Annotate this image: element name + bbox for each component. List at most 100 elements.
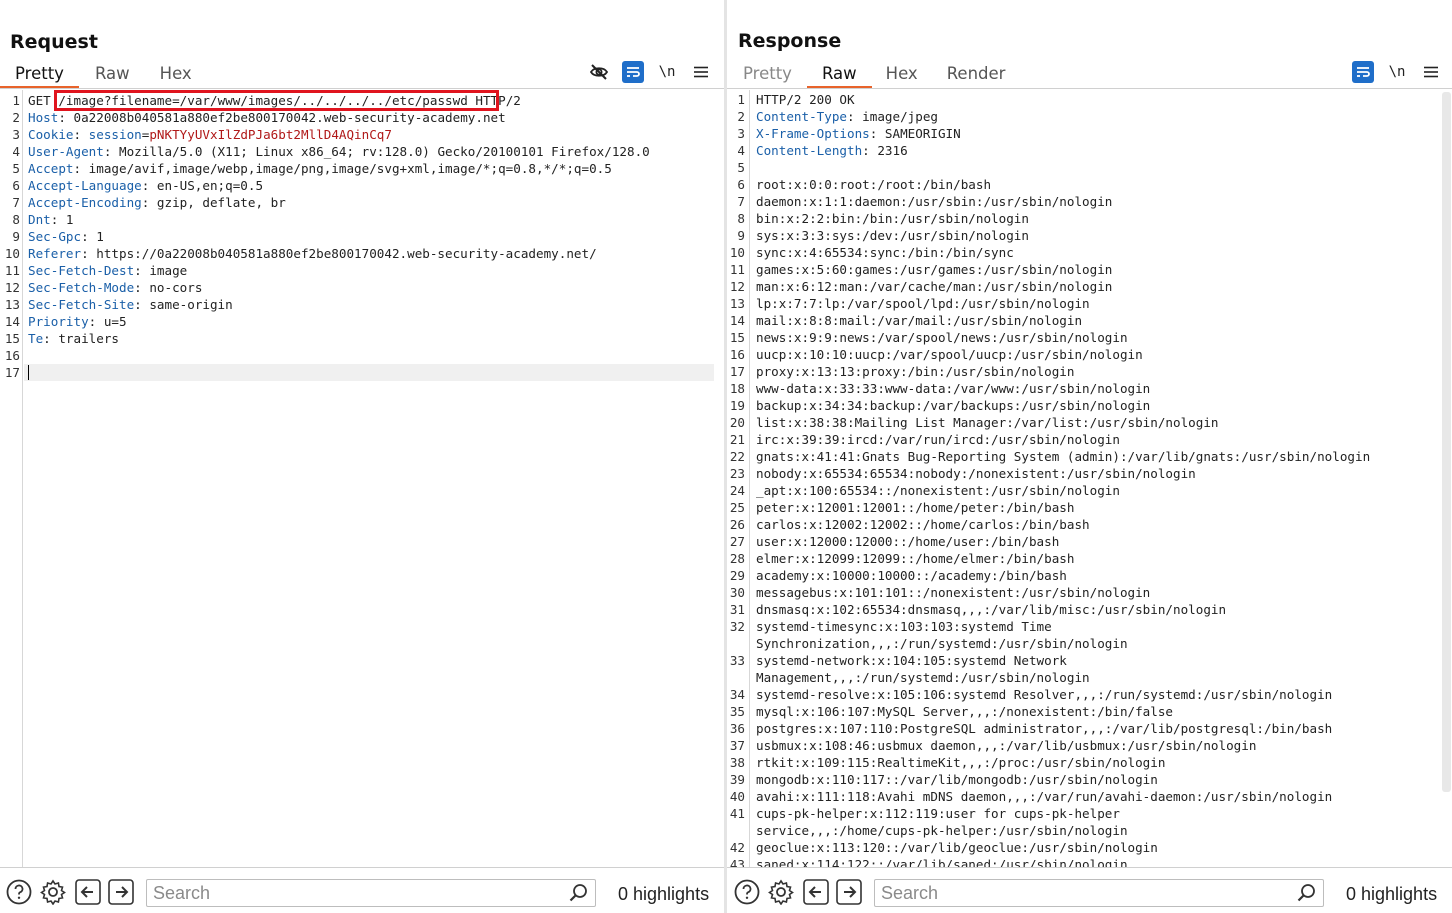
line-text: systemd-network:x:104:105:systemd Networ… [756, 653, 1067, 668]
word-wrap-toggle[interactable] [622, 61, 644, 83]
response-menu-button[interactable] [1420, 61, 1442, 83]
line-text: avahi:x:111:118:Avahi mDNS daemon,,,:/va… [756, 789, 1333, 804]
line-number: 16 [729, 347, 745, 362]
line-content: backup:x:34:34:backup:/var/backups:/usr/… [756, 397, 1150, 414]
text-caret [28, 365, 29, 380]
code-line: 30 messagebus:x:101:101::/nonexistent:/us… [727, 584, 1438, 601]
help-icon [734, 879, 760, 905]
search-icon[interactable] [569, 883, 589, 903]
code-line: 12 Sec-Fetch-Mode: no-cors [0, 279, 714, 296]
line-content: sync:x:4:65534:sync:/bin:/bin/sync [756, 244, 1014, 261]
line-text: academy:x:10000:10000::/academy:/bin/bas… [756, 568, 1067, 583]
settings-button[interactable] [40, 879, 66, 905]
code-line: 9 sys:x:3:3:sys:/dev:/usr/sbin/nologin [727, 227, 1438, 244]
response-search-input[interactable] [881, 882, 1281, 904]
code-line: 27 user:x:12000:12000::/home/user:/bin/ba… [727, 533, 1438, 550]
code-line: 9 Sec-Gpc: 1 [0, 228, 714, 245]
line-text: daemon:x:1:1:daemon:/usr/sbin:/usr/sbin/… [756, 194, 1113, 209]
line-content: uucp:x:10:10:uucp:/var/spool/uucp:/usr/s… [756, 346, 1143, 363]
request-menu-button[interactable] [690, 61, 712, 83]
response-panel: Response Pretty Raw Hex Render \n 1 HTTP/… [727, 0, 1452, 913]
line-content: Content-Length: 2316 [756, 142, 908, 159]
code-line: 18 www-data:x:33:33:www-data:/var/www:/us… [727, 380, 1438, 397]
line-text: carlos:x:12002:12002::/home/carlos:/bin/… [756, 517, 1090, 532]
code-line: 31 dnsmasq:x:102:65534:dnsmasq,,,:/var/li… [727, 601, 1438, 618]
line-text: games:x:5:60:games:/usr/games:/usr/sbin/… [756, 262, 1113, 277]
line-number: 32 [729, 619, 745, 634]
line-number: 1 [12, 93, 20, 108]
code-line: Synchronization,,,:/run/systemd:/usr/sbi… [727, 635, 1438, 652]
line-content: list:x:38:38:Mailing List Manager:/var/l… [756, 414, 1219, 431]
request-title: Request [10, 31, 98, 53]
line-number: 7 [737, 194, 745, 209]
header-name: Accept-Language [28, 178, 142, 193]
show-newlines-button[interactable]: \n [656, 61, 678, 83]
tab-raw[interactable]: Raw [79, 62, 146, 88]
line-number: 14 [729, 313, 745, 328]
line-text: : [73, 127, 89, 142]
line-content: systemd-timesync:x:103:103:systemd Time [756, 618, 1052, 635]
line-number: 11 [729, 262, 745, 277]
search-icon[interactable] [1297, 883, 1317, 903]
code-line: 23 nobody:x:65534:65534:nobody:/nonexiste… [727, 465, 1438, 482]
code-line: 19 backup:x:34:34:backup:/var/backups:/us… [727, 397, 1438, 414]
line-number: 14 [4, 314, 20, 329]
code-line: 5 Accept: image/avif,image/webp,image/png… [0, 160, 714, 177]
line-text: service,,,:/home/cups-pk-helper:/usr/sbi… [756, 823, 1128, 838]
tab-hex[interactable]: Hex [146, 62, 207, 88]
header-name: Accept [28, 161, 74, 176]
line-number: 28 [729, 551, 745, 566]
help-button[interactable] [6, 879, 32, 905]
line-number: 12 [729, 279, 745, 294]
line-text: : trailers [43, 331, 119, 346]
hamburger-menu-icon [1424, 66, 1438, 78]
header-name: Sec-Fetch-Mode [28, 280, 135, 295]
line-text: usbmux:x:108:46:usbmux daemon,,,:/var/li… [756, 738, 1257, 753]
line-number: 2 [12, 110, 20, 125]
tab-raw[interactable]: Raw [806, 62, 872, 89]
request-highlights-count: 0 highlights [618, 884, 710, 904]
tab-render[interactable]: Render [933, 62, 1021, 88]
word-wrap-toggle[interactable] [1352, 61, 1374, 83]
request-editor[interactable]: 1 GET /image?filename=/var/www/images/../… [0, 90, 724, 867]
header-name: User-Agent [28, 144, 104, 159]
response-editor[interactable]: 1 HTTP/2 200 OK 2 Content-Type: image/jpeg 3… [727, 90, 1452, 867]
line-content: avahi:x:111:118:Avahi mDNS daemon,,,:/va… [756, 788, 1332, 805]
help-button[interactable] [734, 879, 760, 905]
response-scrollbar[interactable] [1442, 92, 1451, 792]
line-number: 5 [12, 161, 20, 176]
tab-hex[interactable]: Hex [872, 62, 933, 88]
line-number: 2 [737, 109, 745, 124]
line-text: : u=5 [88, 314, 127, 329]
header-name: Te [28, 331, 44, 346]
request-tabs-divider [0, 88, 724, 89]
header-name: Accept-Encoding [28, 195, 142, 210]
back-button[interactable] [803, 879, 829, 905]
line-content: mysql:x:106:107:MySQL Server,,,:/nonexis… [756, 703, 1173, 720]
cookie-value: pNKTYyUVxIlZdPJa6bt2MllD4AQinCq7 [149, 127, 392, 142]
line-text: _apt:x:100:65534::/nonexistent:/usr/sbin… [756, 483, 1120, 498]
code-line: 10 Referer: https://0a22008b040581a880ef2… [0, 245, 714, 262]
code-line: 28 elmer:x:12099:12099::/home/elmer:/bin/… [727, 550, 1438, 567]
line-content: Accept-Language: en-US,en;q=0.5 [28, 177, 263, 194]
forward-button[interactable] [836, 879, 862, 905]
header-name: Referer [28, 246, 82, 261]
line-content: _apt:x:100:65534::/nonexistent:/usr/sbin… [756, 482, 1120, 499]
request-search-input[interactable] [153, 882, 553, 904]
word-wrap-icon [1357, 67, 1370, 77]
hide-nonprintable-button[interactable] [588, 61, 610, 83]
tab-pretty[interactable]: Pretty [0, 62, 79, 89]
back-button[interactable] [75, 879, 101, 905]
code-line: 3 X-Frame-Options: SAMEORIGIN [727, 125, 1438, 142]
line-number: 11 [4, 263, 20, 278]
tab-pretty[interactable]: Pretty [727, 62, 807, 88]
show-newlines-button[interactable]: \n [1386, 61, 1408, 83]
line-text: nobody:x:65534:65534:nobody:/nonexistent… [756, 466, 1196, 481]
line-text: root:x:0:0:root:/root:/bin/bash [756, 177, 992, 192]
line-text: systemd-resolve:x:105:106:systemd Resolv… [756, 687, 1333, 702]
line-number: 9 [12, 229, 20, 244]
line-number: 17 [4, 365, 20, 380]
settings-button[interactable] [768, 879, 794, 905]
header-name: Host [28, 110, 59, 125]
forward-button[interactable] [108, 879, 134, 905]
